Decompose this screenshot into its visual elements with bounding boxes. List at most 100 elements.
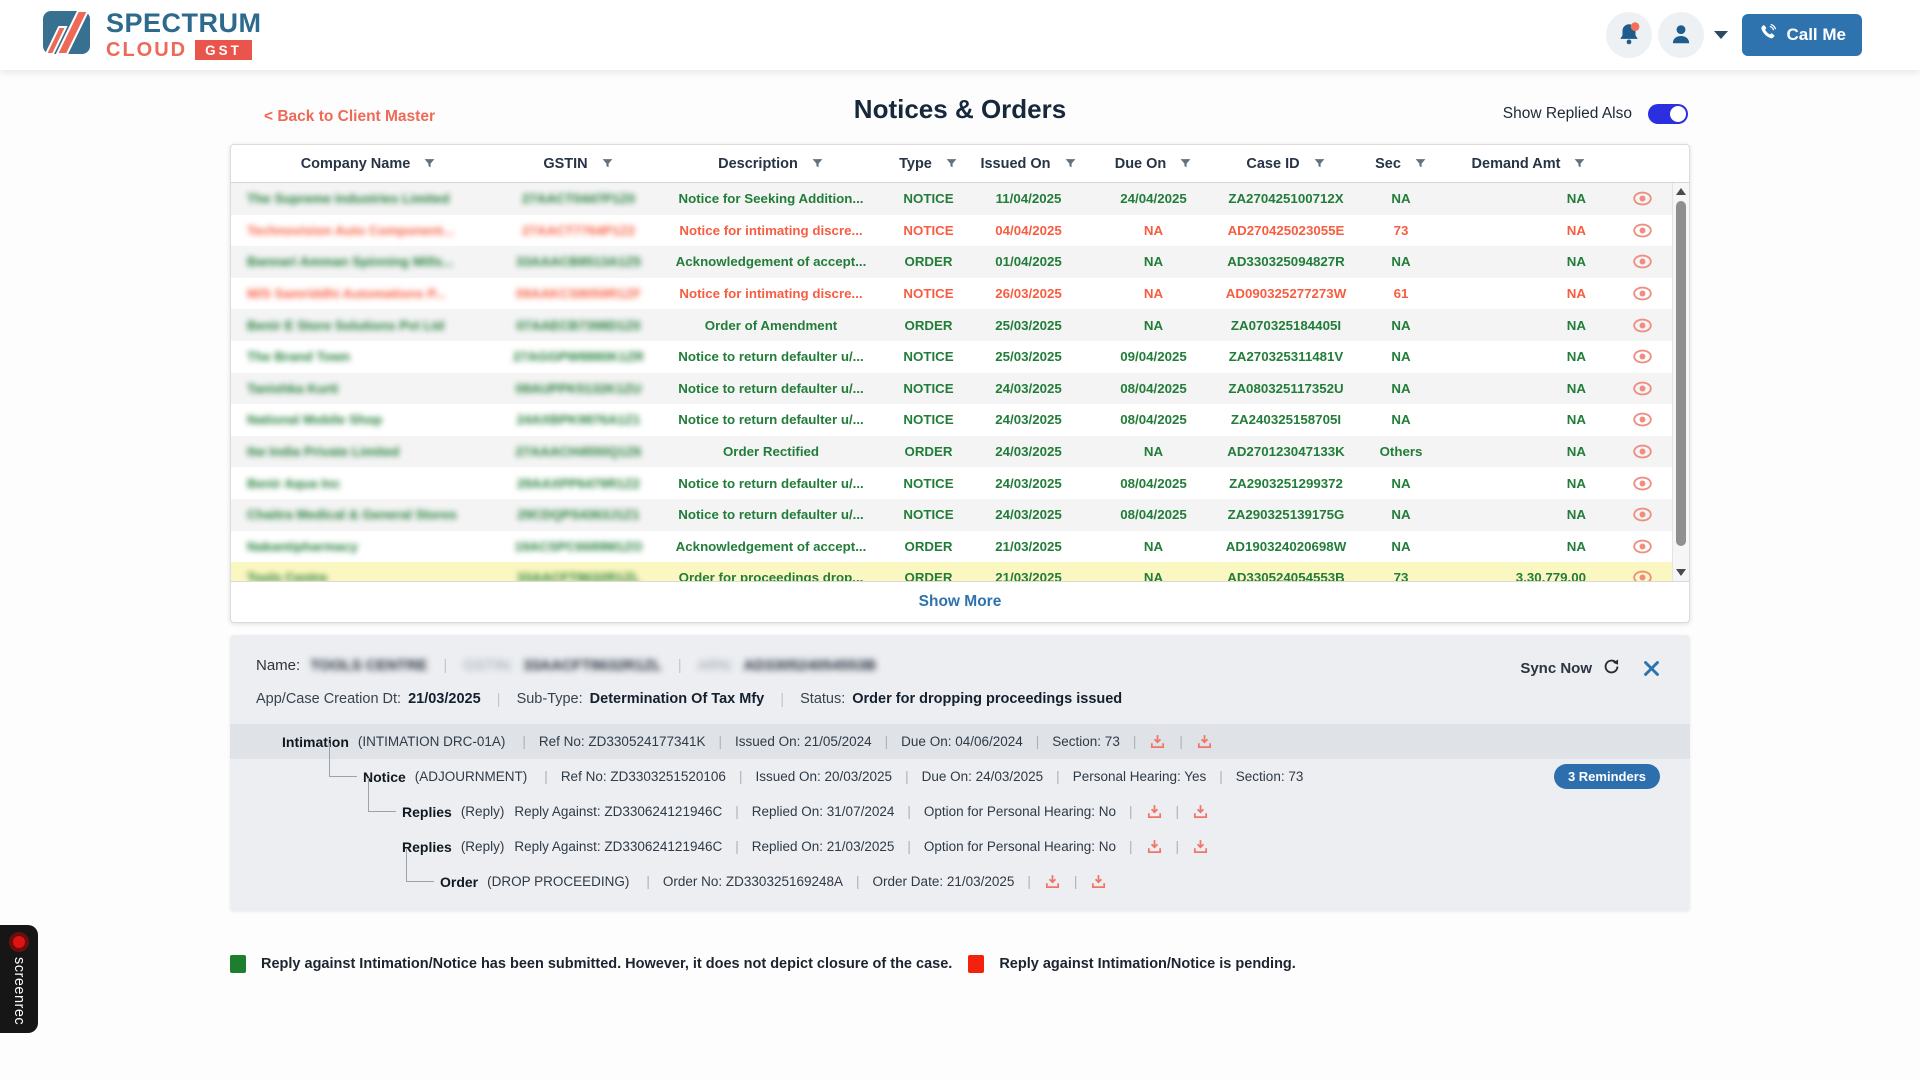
filter-icon[interactable]	[601, 157, 614, 170]
view-details-eye-icon[interactable]	[1612, 381, 1672, 396]
table-row[interactable]: Technovision Auto Component...27AACT7764…	[231, 215, 1689, 247]
download-icon[interactable]	[1149, 733, 1166, 750]
view-details-eye-icon[interactable]	[1612, 318, 1672, 333]
download-icon[interactable]	[1090, 873, 1107, 890]
table-row[interactable]: Benir E Store Solutions Pvt Ltd07AAECB73…	[231, 309, 1689, 341]
table-row[interactable]: Benir Aqua Inc29AAXPP6479R1Z2Notice to r…	[231, 467, 1689, 499]
timeline-field: Option for Personal Hearing: No	[924, 804, 1116, 819]
record-icon[interactable]	[9, 932, 29, 952]
filter-icon[interactable]	[1064, 157, 1077, 170]
user-menu-button[interactable]	[1658, 12, 1704, 58]
filter-icon[interactable]	[811, 157, 824, 170]
sec-cell: NA	[1356, 191, 1446, 206]
show-replied-toggle[interactable]	[1648, 104, 1688, 124]
table-row[interactable]: Tools Centre33AACFT8632R1ZLOrder for pro…	[231, 562, 1689, 582]
type-cell: NOTICE	[891, 191, 966, 206]
timeline-field: Option for Personal Hearing: No	[924, 839, 1116, 854]
timeline-field: Section: 73	[1052, 734, 1120, 749]
column-label: GSTIN	[543, 156, 587, 172]
sec-cell: NA	[1356, 476, 1446, 491]
type-cell: NOTICE	[891, 349, 966, 364]
issued-on-cell: 04/04/2025	[966, 223, 1091, 238]
filter-icon[interactable]	[945, 157, 958, 170]
table-row[interactable]: Bannari Amman Spinning Mills...33AAACB85…	[231, 246, 1689, 278]
call-me-button[interactable]: Call Me	[1742, 14, 1862, 56]
filter-icon[interactable]	[423, 157, 436, 170]
company-name-cell: Tanishka Kurti	[231, 381, 506, 396]
filter-icon[interactable]	[1414, 157, 1427, 170]
description-cell: Notice to return defaulter u/...	[651, 349, 891, 364]
view-details-eye-icon[interactable]	[1612, 476, 1672, 491]
description-cell: Notice for intimating discre...	[651, 286, 891, 301]
case-detail-panel: Name: TOOLS CENTRE | GSTIN: 33AACFT8632R…	[230, 635, 1690, 911]
filter-icon[interactable]	[1313, 157, 1326, 170]
table-row[interactable]: The Supreme Industries Limited27AACT0447…	[231, 183, 1689, 215]
sync-now-button[interactable]: Sync Now	[1520, 657, 1621, 680]
scroll-down-arrow[interactable]	[1673, 565, 1689, 580]
show-more-link[interactable]: Show More	[919, 593, 1002, 611]
download-icon[interactable]	[1192, 803, 1209, 820]
notifications-button[interactable]	[1606, 12, 1652, 58]
column-header-description: Description	[651, 156, 891, 172]
filter-icon[interactable]	[1573, 157, 1586, 170]
timeline-row-order: Order(DROP PROCEEDING)|Order No: ZD33032…	[230, 864, 1690, 899]
timeline-field: Personal Hearing: Yes	[1073, 769, 1207, 784]
subtype-value: Determination Of Tax Mfy	[590, 691, 765, 707]
gstin-value: 33AACFT8632R1ZL	[523, 657, 661, 674]
reminders-badge[interactable]: 3 Reminders	[1554, 764, 1660, 789]
view-details-eye-icon[interactable]	[1612, 223, 1672, 238]
view-details-eye-icon[interactable]	[1612, 507, 1672, 522]
filter-icon[interactable]	[1179, 157, 1192, 170]
sec-cell: 61	[1356, 286, 1446, 301]
table-row[interactable]: National Mobile Shop24AXBPK9876A1Z1Notic…	[231, 404, 1689, 436]
table-row[interactable]: Chaitra Medical & General Stores29CDQPS4…	[231, 499, 1689, 531]
description-cell: Notice to return defaulter u/...	[651, 412, 891, 427]
gstin-cell: 07AAECB7398D1Z0	[506, 318, 651, 333]
table-row[interactable]: Itw India Private Limited27AAACH4550Q1Z6…	[231, 436, 1689, 468]
brand-name: SPECTRUM	[106, 10, 262, 37]
scroll-up-arrow[interactable]	[1673, 184, 1689, 199]
case-id-cell: ZA290325139175G	[1216, 507, 1356, 522]
download-icon[interactable]	[1146, 838, 1163, 855]
recorder-label: screenrec	[11, 957, 27, 1025]
issued-on-cell: 24/03/2025	[966, 444, 1091, 459]
issued-on-cell: 21/03/2025	[966, 539, 1091, 554]
table-row[interactable]: The Brand Town27AGGPW8880K1ZRNotice to r…	[231, 341, 1689, 373]
scrollbar-thumb[interactable]	[1676, 201, 1686, 546]
download-icon[interactable]	[1196, 733, 1213, 750]
case-id-cell: ZA240325158705I	[1216, 412, 1356, 427]
description-cell: Notice to return defaulter u/...	[651, 507, 891, 522]
refresh-icon	[1602, 657, 1621, 680]
timeline-row-intimation: Intimation(INTIMATION DRC-01A)|Ref No: Z…	[230, 724, 1690, 759]
case-id-cell: ZA2903251299372	[1216, 476, 1356, 491]
sec-cell: NA	[1356, 349, 1446, 364]
legend-color-swatch	[230, 955, 246, 973]
download-icon[interactable]	[1192, 838, 1209, 855]
chevron-down-icon[interactable]	[1714, 31, 1728, 39]
screen-recorder-widget[interactable]: screenrec	[0, 925, 38, 1033]
table-row[interactable]: Tanishka Kurti08AUPPK5132K1ZUNotice to r…	[231, 373, 1689, 405]
notices-table-card: Company NameGSTINDescriptionTypeIssued O…	[230, 144, 1690, 623]
close-panel-icon[interactable]	[1643, 660, 1660, 677]
view-details-eye-icon[interactable]	[1612, 191, 1672, 206]
table-row[interactable]: Nakantipharmacy19ACSPC6689M1ZOAcknowledg…	[231, 531, 1689, 563]
timeline-subtitle: (Reply)	[461, 804, 505, 819]
view-details-eye-icon[interactable]	[1612, 349, 1672, 364]
column-label: Case ID	[1246, 156, 1299, 172]
column-label: Type	[899, 156, 932, 172]
view-details-eye-icon[interactable]	[1612, 570, 1672, 582]
view-details-eye-icon[interactable]	[1612, 254, 1672, 269]
due-on-cell: 08/04/2025	[1091, 507, 1216, 522]
view-details-eye-icon[interactable]	[1612, 412, 1672, 427]
company-name-cell: National Mobile Shop	[231, 412, 506, 427]
download-icon[interactable]	[1146, 803, 1163, 820]
table-row[interactable]: M/S Samriddhi Automations P...09AAKCS805…	[231, 278, 1689, 310]
table-scrollbar[interactable]	[1672, 183, 1689, 581]
download-icon[interactable]	[1044, 873, 1061, 890]
view-details-eye-icon[interactable]	[1612, 444, 1672, 459]
name-label: Name:	[256, 657, 300, 674]
sec-cell: 73	[1356, 223, 1446, 238]
view-details-eye-icon[interactable]	[1612, 286, 1672, 301]
column-label: Company Name	[301, 156, 411, 172]
view-details-eye-icon[interactable]	[1612, 539, 1672, 554]
